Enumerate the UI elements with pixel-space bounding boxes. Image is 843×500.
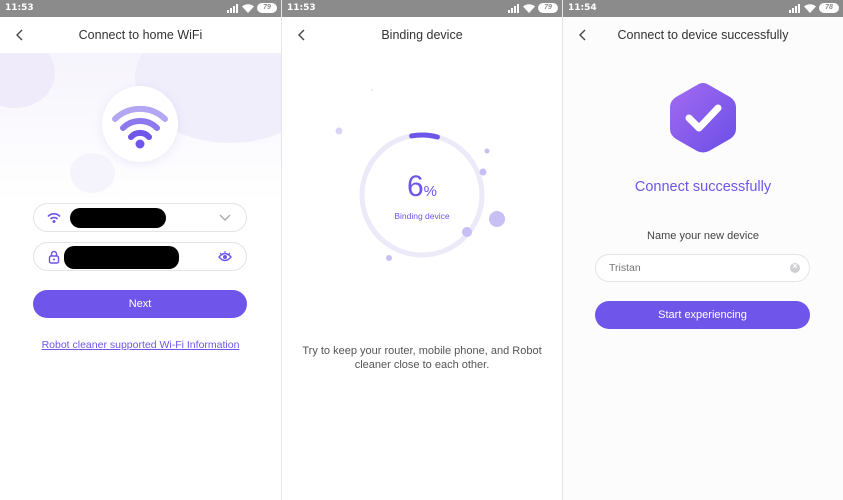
nav-bar: Connect to home WiFi bbox=[0, 17, 281, 53]
start-experiencing-button[interactable]: Start experiencing bbox=[595, 301, 810, 329]
device-name-input[interactable] bbox=[595, 254, 810, 282]
progress-unit: % bbox=[423, 183, 438, 200]
redacted-wifi-name bbox=[70, 208, 166, 228]
name-device-label: Name your new device bbox=[647, 230, 759, 242]
next-button[interactable]: Next bbox=[33, 290, 247, 318]
decor-dot bbox=[462, 227, 472, 237]
decor-dot bbox=[386, 255, 392, 261]
eye-icon[interactable] bbox=[218, 251, 232, 263]
battery-icon: 78 bbox=[819, 3, 839, 13]
progress-label: Binding device bbox=[394, 211, 450, 221]
status-time: 11:54 bbox=[568, 3, 597, 13]
success-title: Connect successfully bbox=[634, 179, 772, 195]
decor-dot bbox=[371, 89, 373, 91]
wifi-illustration bbox=[102, 86, 178, 162]
decor-dot bbox=[484, 148, 490, 154]
progress-value: 6 bbox=[406, 170, 424, 203]
clear-input-icon[interactable] bbox=[790, 261, 800, 273]
page-title: Connect to home WiFi bbox=[78, 28, 203, 42]
success-check-icon bbox=[670, 83, 736, 153]
wifi-icon bbox=[47, 212, 61, 223]
page-title: Connect to device successfully bbox=[617, 28, 789, 42]
chevron-down-icon[interactable] bbox=[218, 212, 232, 224]
progress-ring bbox=[335, 89, 505, 261]
wifi-info-link[interactable]: Robot cleaner supported Wi-Fi Informatio… bbox=[0, 339, 281, 351]
status-bar: 11:53 79 bbox=[0, 0, 281, 17]
wifi-status-icon bbox=[242, 3, 254, 13]
decor-dot bbox=[335, 127, 343, 135]
screen-binding-device: 11:53 79 Binding device 6% Binding devic… bbox=[282, 0, 562, 500]
screen-connect-success: 11:54 78 Connect to device successfully … bbox=[563, 0, 843, 500]
status-time: 11:53 bbox=[5, 3, 34, 13]
status-bar: 11:54 78 bbox=[563, 0, 843, 17]
progress-percentage: 6% bbox=[282, 170, 562, 204]
signal-icon bbox=[227, 3, 239, 13]
lock-icon bbox=[48, 250, 60, 264]
nav-bar: Connect to device successfully bbox=[563, 17, 843, 53]
hint-text: Try to keep your router, mobile phone, a… bbox=[302, 345, 542, 371]
wifi-name-select[interactable] bbox=[33, 203, 247, 232]
signal-icon bbox=[789, 3, 801, 13]
wifi-password-field[interactable] bbox=[33, 242, 247, 271]
redacted-password bbox=[64, 246, 179, 269]
wifi-status-icon bbox=[804, 3, 816, 13]
battery-icon: 79 bbox=[257, 3, 277, 13]
wifi-icon bbox=[112, 105, 168, 149]
screen-connect-wifi: 11:53 79 Connect to home WiFi Next Robot… bbox=[0, 0, 281, 500]
progress-ring-fill bbox=[409, 132, 440, 140]
